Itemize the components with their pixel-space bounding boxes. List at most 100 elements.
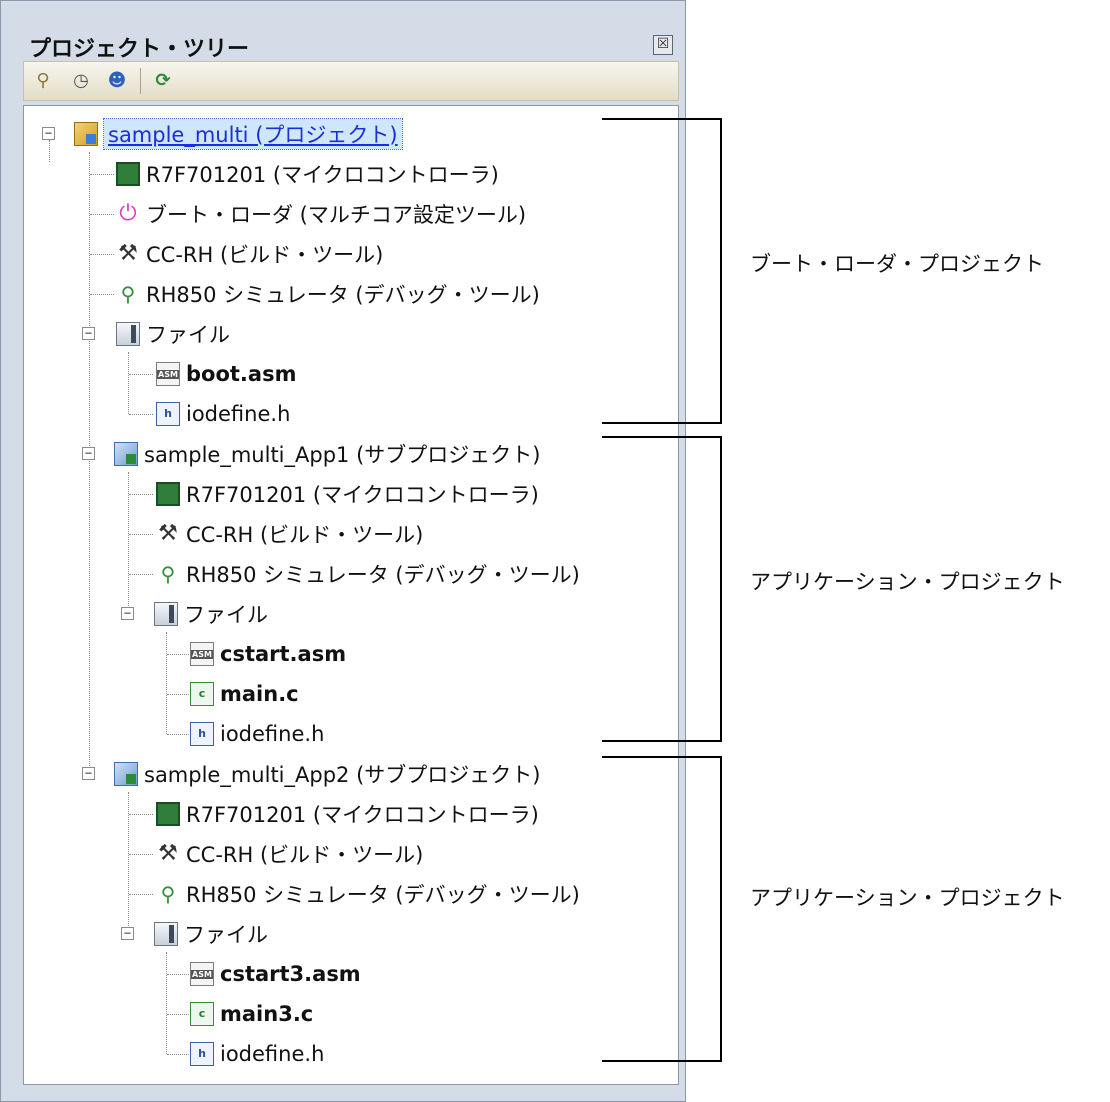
tree-node-label: cstart3.asm [220, 962, 361, 986]
tree-node-label: R7F701201 (マイクロコントローラ) [186, 483, 539, 507]
tree-line [166, 632, 167, 734]
tree-node-file[interactable]: c main.c [190, 676, 299, 712]
tree-node-file[interactable]: h iodefine.h [190, 1036, 324, 1072]
folder-icon [154, 602, 178, 626]
tree-node-file[interactable]: h iodefine.h [190, 716, 324, 752]
tree-node-file[interactable]: ASM boot.asm [156, 356, 296, 392]
tree-node-label: RH850 シミュレータ (デバッグ・ツール) [146, 283, 540, 307]
tree-node-label: ファイル [184, 923, 268, 947]
debug-tool-icon: ⚲ [120, 282, 136, 306]
collapse-toggle[interactable]: − [121, 607, 134, 620]
tree-node-file[interactable]: h iodefine.h [156, 396, 290, 432]
tree-line [167, 694, 189, 695]
tree-line [90, 294, 114, 295]
tree-node-label: cstart.asm [220, 642, 347, 666]
annotation-bracket [602, 118, 722, 424]
panel-title: プロジェクト・ツリー [29, 37, 250, 62]
power-icon: ⏻ [119, 201, 137, 226]
history-icon[interactable]: ◷ [68, 68, 94, 94]
debug-tool-icon: ⚲ [160, 562, 176, 586]
tree-node-label: main3.c [220, 1002, 314, 1026]
microcontroller-icon [156, 802, 180, 826]
tree-node-debug-tool[interactable]: ⚲ RH850 シミュレータ (デバッグ・ツール) [116, 276, 540, 312]
hammer-icon: ⚒ [158, 841, 178, 866]
header-file-icon: h [190, 722, 214, 746]
tree-line [129, 894, 153, 895]
tree-line [90, 174, 114, 175]
header-file-icon: h [156, 402, 180, 426]
microcontroller-icon [156, 482, 180, 506]
tree-node-label: ファイル [146, 323, 230, 347]
tree-node-label: RH850 シミュレータ (デバッグ・ツール) [186, 563, 580, 587]
hammer-icon: ⚒ [158, 521, 178, 546]
tree-node-file-folder[interactable]: ファイル [154, 596, 268, 632]
tree-node-label: ブート・ローダ (マルチコア設定ツール) [146, 203, 527, 227]
debug-tool-icon: ⚲ [160, 882, 176, 906]
panel-toolbar: ⚲ ◷ ☻ ⟳ [23, 61, 679, 101]
annotation-bracket [602, 436, 722, 742]
header-file-icon: h [190, 1042, 214, 1066]
tree-line [129, 494, 153, 495]
tree-node-build-tool[interactable]: ⚒ CC-RH (ビルド・ツール) [116, 236, 383, 272]
annotation-label: ブート・ローダ・プロジェクト [750, 252, 1044, 276]
annotation-label: アプリケーション・プロジェクト [750, 886, 1065, 910]
toolbar-separator [140, 68, 141, 94]
collapse-toggle[interactable]: − [121, 927, 134, 940]
tree-node-label: R7F701201 (マイクロコントローラ) [186, 803, 539, 827]
tree-node-debug-tool[interactable]: ⚲ RH850 シミュレータ (デバッグ・ツール) [156, 876, 580, 912]
tree-line [129, 534, 153, 535]
tree-line [167, 654, 189, 655]
collapse-toggle[interactable]: − [82, 767, 95, 780]
close-icon[interactable]: ☒ [653, 35, 673, 55]
panel-titlebar: プロジェクト・ツリー ☒ [11, 9, 675, 62]
tree-line [129, 854, 153, 855]
tree-node-label: RH850 シミュレータ (デバッグ・ツール) [186, 883, 580, 907]
tree-node-microcontroller[interactable]: R7F701201 (マイクロコントローラ) [156, 796, 539, 832]
tree-node-bootloader[interactable]: ⏻ ブート・ローダ (マルチコア設定ツール) [116, 196, 526, 232]
collapse-toggle[interactable]: − [82, 327, 95, 340]
tree-node-label: iodefine.h [186, 402, 291, 426]
folder-icon [154, 922, 178, 946]
tree-node-file-folder[interactable]: ファイル [116, 316, 230, 352]
tree-node-file-folder[interactable]: ファイル [154, 916, 268, 952]
asm-file-icon: ASM [190, 962, 214, 986]
tree-line [128, 472, 129, 610]
tree-node-file[interactable]: c main3.c [190, 996, 313, 1032]
tree-node-file[interactable]: ASM cstart3.asm [190, 956, 361, 992]
tree-node-microcontroller[interactable]: R7F701201 (マイクロコントローラ) [116, 156, 499, 192]
tree-line [167, 974, 189, 975]
tree-line [166, 952, 167, 1054]
build-icon[interactable]: ⚲ [30, 68, 56, 94]
tree-line [129, 574, 153, 575]
tree-line [128, 352, 129, 414]
tree-node-label: sample_multi_App1 (サブプロジェクト) [144, 443, 541, 467]
tree-node-label: CC-RH (ビルド・ツール) [146, 243, 384, 267]
asm-file-icon: ASM [190, 642, 214, 666]
hammer-icon: ⚒ [118, 241, 138, 266]
subproject-icon [114, 442, 138, 466]
tree-node-microcontroller[interactable]: R7F701201 (マイクロコントローラ) [156, 476, 539, 512]
asm-file-icon: ASM [156, 362, 180, 386]
tree-node-label: sample_multi_App2 (サブプロジェクト) [144, 763, 541, 787]
tree-node-file[interactable]: ASM cstart.asm [190, 636, 346, 672]
tree-line [167, 1014, 189, 1015]
tree-node-build-tool[interactable]: ⚒ CC-RH (ビルド・ツール) [156, 516, 423, 552]
collapse-toggle[interactable]: − [82, 447, 95, 460]
annotation-bracket [602, 756, 722, 1062]
tree-line [128, 792, 129, 930]
tree-line [167, 1054, 189, 1055]
tree-line [89, 152, 90, 774]
tree-node-build-tool[interactable]: ⚒ CC-RH (ビルド・ツール) [156, 836, 423, 872]
tree-node-label: boot.asm [186, 362, 297, 386]
tree-node-subproject-app2[interactable]: sample_multi_App2 (サブプロジェクト) [114, 756, 540, 792]
user-icon[interactable]: ☻ [104, 68, 130, 94]
tree-node-root-project[interactable]: sample_multi (プロジェクト) [74, 116, 403, 152]
project-icon [74, 122, 98, 146]
tree-node-label: ファイル [184, 603, 268, 627]
collapse-toggle[interactable]: − [42, 127, 55, 140]
tree-node-subproject-app1[interactable]: sample_multi_App1 (サブプロジェクト) [114, 436, 540, 472]
refresh-icon[interactable]: ⟳ [150, 68, 176, 94]
subproject-icon [114, 762, 138, 786]
tree-node-debug-tool[interactable]: ⚲ RH850 シミュレータ (デバッグ・ツール) [156, 556, 580, 592]
tree-line [167, 734, 189, 735]
